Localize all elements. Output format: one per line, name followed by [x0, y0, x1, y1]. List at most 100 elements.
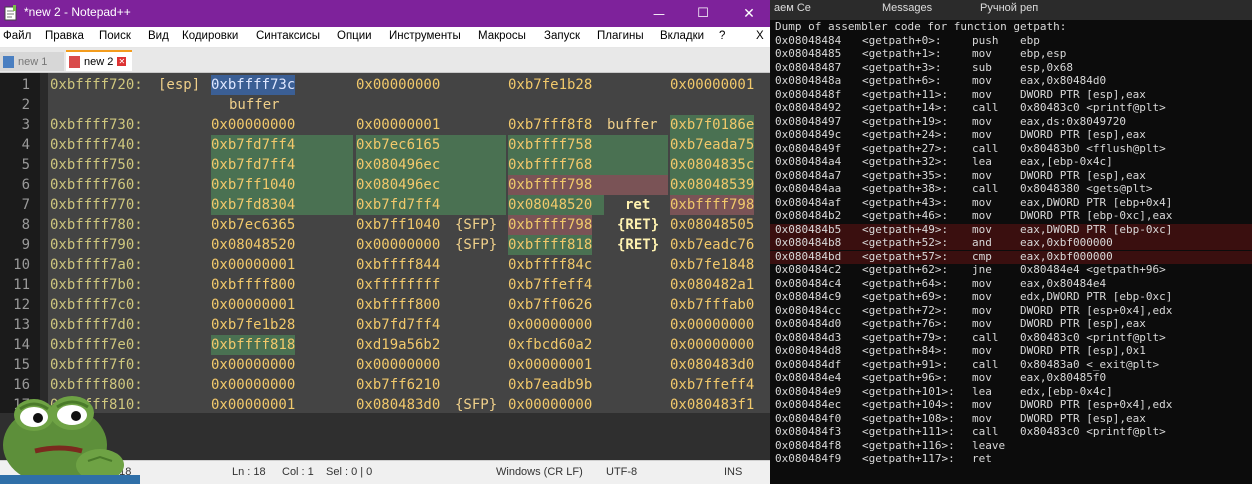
- asm-operands: 0x80483c0 <printf@plt>: [1020, 101, 1166, 114]
- asm-address: 0x08048484: [775, 33, 842, 47]
- browser-tab[interactable]: аем Се: [774, 2, 864, 20]
- menu-window[interactable]: Вкладки: [660, 30, 704, 42]
- stack-word-highlight-red: 0xbffff798: [508, 215, 593, 235]
- asm-address: 0x080484d8: [775, 344, 842, 357]
- menu-search[interactable]: Поиск: [99, 30, 131, 42]
- asm-row: 0x0804849c <getpath+24>: mov DWORD PTR [esp…: [775, 128, 1245, 142]
- stack-word: 0xb7ffeff4: [670, 377, 755, 393]
- menu-language[interactable]: Синтаксисы: [256, 30, 320, 42]
- window-title: *new 2 - Notepad++: [24, 5, 131, 19]
- asm-operands: eax,0xbf000000: [1020, 236, 1113, 249]
- tab-new-2[interactable]: new 2 ✕: [66, 50, 132, 71]
- stack-word: 0xffffffff: [356, 277, 441, 293]
- line-number: 7: [21, 197, 30, 213]
- asm-row: 0x080484d8 <getpath+84>: mov DWORD PTR [esp…: [775, 344, 1245, 358]
- stack-word: 0x080483d0: [356, 397, 441, 413]
- ret-marker: {RET}: [617, 237, 660, 253]
- stack-word: 0xd19a56b2: [356, 337, 441, 353]
- stack-word-highlight: 0x08048539: [670, 175, 755, 195]
- stack-word: 0xb7ffeff4: [508, 277, 593, 293]
- tab-close-icon[interactable]: ✕: [117, 57, 127, 66]
- stack-word: 0x080483f1: [670, 397, 755, 413]
- browser-tab[interactable]: Messages: [882, 2, 972, 20]
- stack-word: 0x00000001: [670, 77, 755, 93]
- asm-row: 0x080484b2 <getpath+46>: mov DWORD PTR [ebp…: [775, 209, 1245, 223]
- asm-operands: ebp,esp: [1020, 47, 1067, 60]
- editor-line: 7 0xbffff770: 0xb7fd8304 0xb7fd7ff4 0x08…: [0, 195, 770, 215]
- asm-mnemonic: mov: [972, 168, 992, 182]
- asm-mnemonic: mov: [972, 371, 992, 384]
- asm-symbol: <getpath+49>:: [862, 222, 949, 236]
- asm-symbol: <getpath+46>:: [862, 209, 949, 222]
- asm-address: 0x080484b2: [775, 209, 842, 222]
- status-encoding[interactable]: UTF-8: [606, 466, 637, 478]
- status-eol[interactable]: Windows (CR LF): [496, 466, 583, 478]
- line-number: 14: [13, 337, 30, 353]
- asm-operands: eax,DWORD PTR [ebp+0x4]: [1020, 195, 1173, 209]
- asm-address: 0x080484e4: [775, 371, 842, 384]
- stack-address: 0xbffff7c0:: [50, 297, 143, 313]
- asm-operands: eax,ds:0x8049720: [1020, 114, 1126, 128]
- gdb-terminal[interactable]: аем Се Messages Ручной реп Dump of assem…: [770, 0, 1252, 484]
- asm-row: 0x080484aa <getpath+38>: call 0x8048380 <ge…: [775, 182, 1245, 196]
- editor-line: 2 buffer: [0, 95, 770, 115]
- tab-new-1[interactable]: new 1: [0, 52, 64, 71]
- text-editor[interactable]: 1 0xbffff720: [esp] 0xbffff73c 0x0000000…: [0, 73, 770, 413]
- asm-row: 0x080484f8 <getpath+116>: leave: [775, 439, 1245, 453]
- asm-symbol: <getpath+108>:: [862, 411, 955, 425]
- menu-encoding[interactable]: Кодировки: [182, 30, 238, 42]
- asm-row: 0x0804849f <getpath+27>: call 0x80483b0 <ff…: [775, 142, 1245, 156]
- menu-plugins[interactable]: Плагины: [597, 30, 644, 42]
- menu-macro[interactable]: Макросы: [478, 30, 526, 42]
- asm-symbol: <getpath+116>:: [862, 438, 955, 452]
- asm-mnemonic: mov: [972, 209, 992, 222]
- status-insert-mode[interactable]: INS: [724, 466, 742, 478]
- title-bar[interactable]: *new 2 - Notepad++ — ☐ ✕: [0, 0, 770, 27]
- line-number: 1: [21, 77, 30, 93]
- stack-word-highlight: 0xbffff818: [211, 335, 296, 355]
- menu-tools[interactable]: Инструменты: [389, 30, 461, 42]
- stack-word: 0x00000000: [356, 357, 441, 373]
- asm-operands: eax,0x80484e4: [1020, 276, 1107, 290]
- menu-help[interactable]: ?: [719, 30, 725, 42]
- maximize-button[interactable]: ☐: [680, 0, 726, 27]
- stack-word: 0xbffff800: [211, 277, 296, 293]
- asm-symbol: <getpath+3>:: [862, 60, 942, 74]
- asm-operands: edx,DWORD PTR [ebp-0xc]: [1020, 290, 1173, 303]
- asm-operands: eax,0x80484d0: [1020, 74, 1107, 87]
- asm-operands: 0x80483a0 <_exit@plt>: [1020, 357, 1160, 371]
- menu-close-doc[interactable]: X: [756, 30, 764, 42]
- asm-operands: DWORD PTR [esp],eax: [1020, 317, 1146, 330]
- status-line: Ln : 18: [232, 466, 266, 478]
- menu-settings[interactable]: Опции: [337, 30, 372, 42]
- menu-view[interactable]: Вид: [148, 30, 169, 42]
- asm-row: 0x08048485 <getpath+1>: mov ebp,esp: [775, 47, 1245, 61]
- line-number: 2: [21, 97, 30, 113]
- asm-row: 0x080484e9 <getpath+101>: lea edx,[ebp-0x4c…: [775, 385, 1245, 399]
- file-unsaved-icon: [69, 55, 80, 68]
- stack-address: 0xbffff790:: [50, 237, 143, 253]
- asm-symbol: <getpath+43>:: [862, 195, 949, 209]
- menu-edit[interactable]: Правка: [45, 30, 84, 42]
- stack-word-highlight: 0x080496ec: [356, 175, 506, 195]
- close-button[interactable]: ✕: [726, 0, 770, 27]
- disassembly-header: Dump of assembler code for function getp…: [775, 20, 1067, 33]
- minimize-button[interactable]: —: [636, 0, 682, 27]
- asm-mnemonic: call: [972, 141, 999, 155]
- asm-row: 0x080484df <getpath+91>: call 0x80483a0 <_e…: [775, 358, 1245, 372]
- browser-tab[interactable]: Ручной реп: [980, 2, 1055, 20]
- editor-line: 13 0xbffff7d0: 0xb7fe1b28 0xb7fd7ff4 0x0…: [0, 315, 770, 335]
- asm-symbol: <getpath+57>:: [862, 249, 949, 263]
- asm-symbol: <getpath+32>:: [862, 155, 949, 168]
- asm-row: 0x0804848f <getpath+11>: mov DWORD PTR [esp…: [775, 88, 1245, 102]
- asm-mnemonic: leave: [972, 438, 1006, 452]
- tab-label: new 1: [18, 55, 48, 68]
- asm-operands: eax,[ebp-0x4c]: [1020, 155, 1113, 168]
- stack-word-highlight: 0xbffff758: [508, 135, 668, 155]
- line-number: 9: [21, 237, 30, 253]
- menu-run[interactable]: Запуск: [544, 30, 580, 42]
- line-number: 10: [13, 257, 30, 273]
- menu-file[interactable]: Файл: [3, 30, 31, 42]
- line-number: 15: [13, 357, 30, 373]
- asm-operands: 0x8048380 <gets@plt>: [1020, 182, 1153, 195]
